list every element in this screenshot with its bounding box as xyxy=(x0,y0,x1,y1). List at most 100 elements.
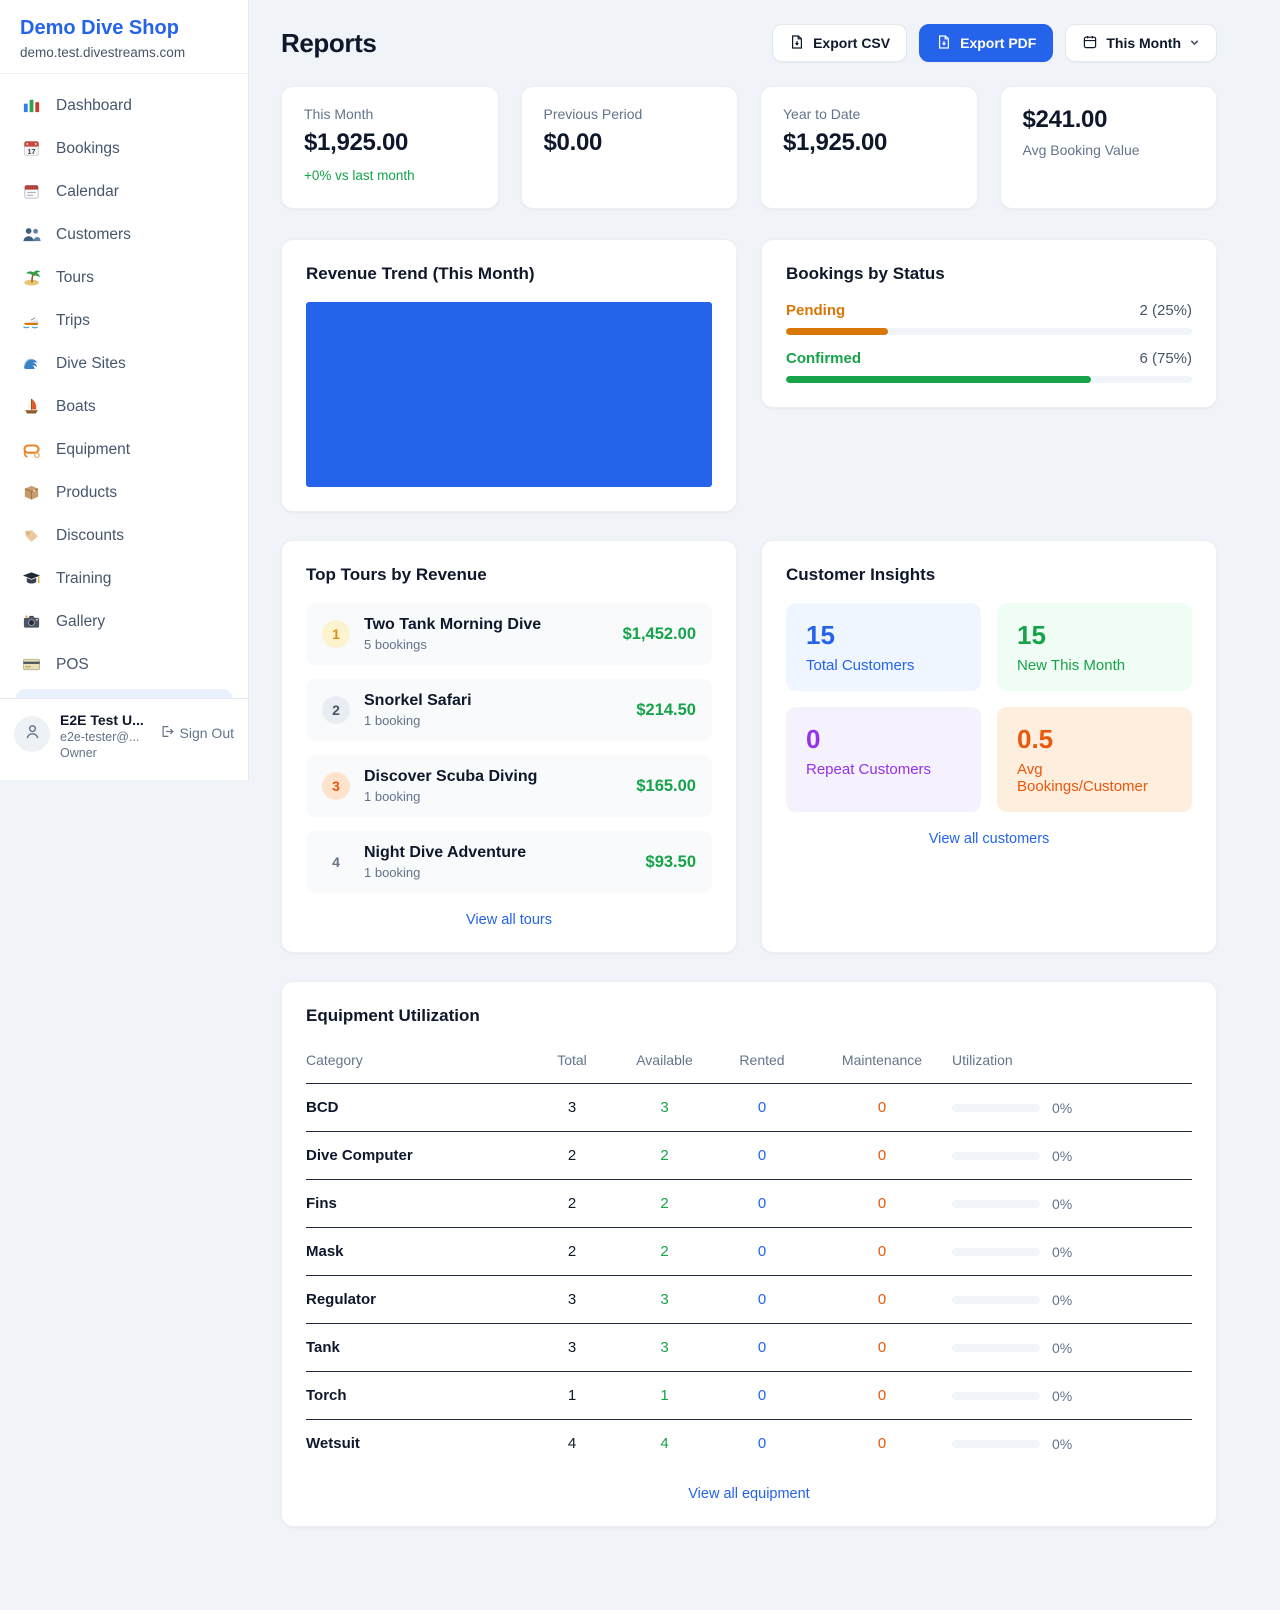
sailboat-icon xyxy=(22,397,41,416)
sign-out-button[interactable]: Sign Out xyxy=(159,724,234,742)
status-progress-bar xyxy=(786,328,1192,335)
equipment-maintenance: 0 xyxy=(812,1084,952,1132)
period-select[interactable]: This Month xyxy=(1065,24,1217,62)
sidebar-item-customers[interactable]: Customers xyxy=(14,215,234,254)
rank-badge: 2 xyxy=(322,696,350,724)
column-header: Category xyxy=(306,1044,527,1084)
sidebar-item-calendar[interactable]: Calendar xyxy=(14,172,234,211)
sidebar-item-pos[interactable]: POS xyxy=(14,645,234,684)
sidebar-item-label: Bookings xyxy=(56,140,120,158)
stat-value: $1,925.00 xyxy=(783,129,955,157)
sidebar-item-equipment[interactable]: Equipment xyxy=(14,430,234,469)
insight-label: Avg Bookings/Customer xyxy=(1017,761,1172,795)
user-meta: E2E Test U... e2e-tester@... Owner xyxy=(60,712,144,760)
revenue-trend-chart xyxy=(306,302,712,487)
sidebar-item-reports-partial[interactable] xyxy=(16,689,232,698)
tour-bookings: 5 bookings xyxy=(364,637,541,652)
tour-name: Snorkel Safari xyxy=(364,692,472,710)
equipment-rented: 0 xyxy=(712,1276,812,1324)
equipment-rented: 0 xyxy=(712,1420,812,1468)
export-pdf-button[interactable]: Export PDF xyxy=(919,24,1053,62)
sidebar-item-label: Equipment xyxy=(56,441,130,459)
equipment-total: 2 xyxy=(527,1228,617,1276)
insight-value: 0.5 xyxy=(1017,724,1172,755)
sidebar-item-discounts[interactable]: Discounts xyxy=(14,516,234,555)
package-icon xyxy=(22,483,41,502)
stat-card: This Month$1,925.00+0% vs last month xyxy=(281,86,499,209)
equipment-total: 3 xyxy=(527,1084,617,1132)
equipment-total: 3 xyxy=(527,1276,617,1324)
diving-mask-icon xyxy=(22,440,41,459)
equipment-available: 2 xyxy=(617,1228,712,1276)
sidebar-item-gallery[interactable]: Gallery xyxy=(14,602,234,641)
status-label: Pending xyxy=(786,302,845,319)
sidebar-item-bookings[interactable]: 17 Bookings xyxy=(14,129,234,168)
equipment-category: Torch xyxy=(306,1372,527,1420)
sidebar-item-dashboard[interactable]: Dashboard xyxy=(14,86,234,125)
speedboat-icon xyxy=(22,311,41,330)
insight-tile: 15New This Month xyxy=(997,603,1192,691)
sidebar-item-training[interactable]: Training xyxy=(14,559,234,598)
sidebar-item-tours[interactable]: Tours xyxy=(14,258,234,297)
insight-tile: 0.5 Avg Bookings/Customer xyxy=(997,707,1192,812)
equipment-row: Fins22000% xyxy=(306,1180,1192,1228)
tag-icon xyxy=(22,526,41,545)
equipment-maintenance: 0 xyxy=(812,1276,952,1324)
equipment-available: 2 xyxy=(617,1180,712,1228)
shop-name: Demo Dive Shop xyxy=(20,17,228,40)
sidebar-item-boats[interactable]: Boats xyxy=(14,387,234,426)
insight-tile: 0Repeat Customers xyxy=(786,707,981,812)
main-content: Reports Export CSV Export PDF This Month… xyxy=(250,0,1280,1527)
tour-meta: Two Tank Morning Dive5 bookings xyxy=(364,616,541,652)
sidebar-item-products[interactable]: Products xyxy=(14,473,234,512)
equipment-total: 2 xyxy=(527,1132,617,1180)
insight-label: Repeat Customers xyxy=(806,761,961,778)
utilization-percent: 0% xyxy=(1052,1100,1072,1116)
bar-chart-icon xyxy=(22,96,41,115)
sidebar-item-label: Products xyxy=(56,484,117,502)
export-csv-button[interactable]: Export CSV xyxy=(772,24,907,62)
equipment-category: Dive Computer xyxy=(306,1132,527,1180)
file-download-icon xyxy=(936,34,952,53)
utilization-bar xyxy=(952,1344,1040,1352)
svg-text:17: 17 xyxy=(28,148,36,156)
utilization-percent: 0% xyxy=(1052,1292,1072,1308)
view-all-equipment-link[interactable]: View all equipment xyxy=(306,1486,1192,1502)
wave-icon xyxy=(22,354,41,373)
sidebar-item-label: POS xyxy=(56,656,89,674)
equipment-category: Regulator xyxy=(306,1276,527,1324)
tour-rows: 1Two Tank Morning Dive5 bookings$1,452.0… xyxy=(306,603,712,893)
equipment-table: CategoryTotalAvailableRentedMaintenanceU… xyxy=(306,1044,1192,1467)
tour-row: 3Discover Scuba Diving1 booking$165.00 xyxy=(306,755,712,817)
view-all-tours-link[interactable]: View all tours xyxy=(306,912,712,928)
insight-value: 15 xyxy=(1017,620,1172,651)
sidebar-item-label: Tours xyxy=(56,269,94,287)
charts-row: Revenue Trend (This Month) Bookings by S… xyxy=(281,239,1217,512)
view-all-customers-link[interactable]: View all customers xyxy=(786,831,1192,847)
equipment-maintenance: 0 xyxy=(812,1324,952,1372)
utilization-percent: 0% xyxy=(1052,1244,1072,1260)
island-icon xyxy=(22,268,41,287)
equipment-category: Wetsuit xyxy=(306,1420,527,1468)
credit-card-icon xyxy=(22,655,41,674)
tour-row: 2Snorkel Safari1 booking$214.50 xyxy=(306,679,712,741)
status-progress-bar xyxy=(786,376,1192,383)
equipment-row: BCD33000% xyxy=(306,1084,1192,1132)
top-tours-card: Top Tours by Revenue 1Two Tank Morning D… xyxy=(281,540,737,953)
equipment-total: 1 xyxy=(527,1372,617,1420)
stat-value: $1,925.00 xyxy=(304,129,476,157)
tour-bookings: 1 booking xyxy=(364,713,472,728)
sidebar-item-trips[interactable]: Trips xyxy=(14,301,234,340)
card-title: Equipment Utilization xyxy=(306,1006,1192,1026)
customer-insights-card: Customer Insights 15Total Customers15New… xyxy=(761,540,1217,953)
insights-row: Top Tours by Revenue 1Two Tank Morning D… xyxy=(281,540,1217,953)
sidebar-item-label: Trips xyxy=(56,312,90,330)
sidebar-item-dive-sites[interactable]: Dive Sites xyxy=(14,344,234,383)
sidebar-item-label: Customers xyxy=(56,226,131,244)
sidebar-item-label: Discounts xyxy=(56,527,124,545)
equipment-available: 4 xyxy=(617,1420,712,1468)
calendar-icon xyxy=(22,182,41,201)
column-header: Maintenance xyxy=(812,1044,952,1084)
equipment-available: 3 xyxy=(617,1324,712,1372)
equipment-category: Tank xyxy=(306,1324,527,1372)
